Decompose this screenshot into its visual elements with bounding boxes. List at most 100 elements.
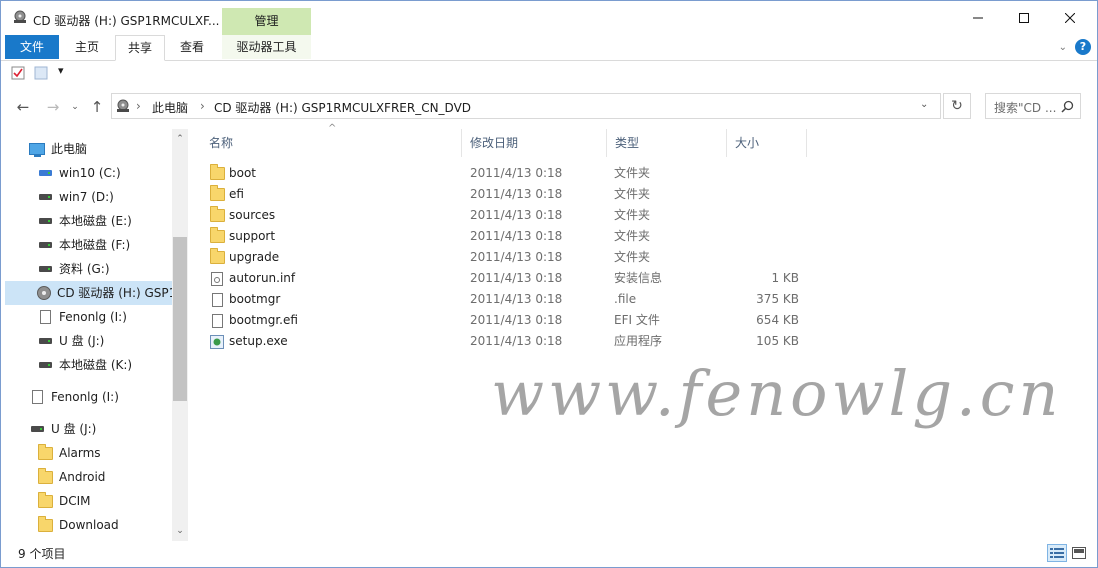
nav-scrollbar[interactable]: ⌃ ⌄ [172, 129, 188, 541]
nav-item-drive-g[interactable]: 资料 (G:) [37, 257, 110, 281]
forward-arrow-icon[interactable]: → [43, 97, 63, 117]
large-icons-view-button[interactable] [1069, 544, 1089, 562]
help-icon[interactable]: ? [1075, 39, 1091, 55]
scroll-up-icon[interactable]: ⌃ [174, 133, 186, 145]
file-row[interactable]: autorun.inf 2011/4/13 0:18 安装信息 1 KB [201, 268, 811, 289]
nav-item-usb-j[interactable]: U 盘 (J:) [29, 417, 96, 441]
details-view-icon [1050, 548, 1064, 558]
file-type: 文件夹 [614, 166, 651, 180]
quick-access-toolbar: ▾ [1, 61, 1097, 87]
window-title: CD 驱动器 (H:) GSP1RMCULXF... [33, 14, 220, 28]
drive-icon [37, 357, 53, 373]
tab-share[interactable]: 共享 [115, 35, 165, 61]
file-date: 2011/4/13 0:18 [470, 229, 563, 243]
file-name: autorun.inf [229, 271, 296, 285]
properties-icon[interactable] [11, 66, 25, 83]
tab-manage[interactable]: 管理 [222, 8, 311, 35]
recent-locations-icon[interactable]: ⌄ [65, 97, 85, 117]
file-type: 文件夹 [614, 229, 651, 243]
breadcrumb-this-pc[interactable]: 此电脑 [152, 99, 188, 116]
drive-icon [37, 333, 53, 349]
file-list: ^ 名称 修改日期 类型 大小 boot 2011/4/13 0:18 文件夹 efi… [201, 123, 1097, 541]
scrollbar-thumb[interactable] [173, 237, 187, 401]
column-header-type[interactable]: 类型 [607, 129, 727, 157]
back-arrow-icon[interactable]: ← [13, 97, 33, 117]
folder-icon [209, 248, 225, 266]
nav-item-drive-d[interactable]: win7 (D:) [37, 185, 114, 209]
nav-item-fenonlg[interactable]: Fenonlg (I:) [29, 385, 119, 409]
file-row[interactable]: bootmgr 2011/4/13 0:18 .file 375 KB [201, 289, 811, 310]
file-icon [209, 313, 225, 329]
nav-item-android[interactable]: Android [37, 465, 105, 489]
file-name-cell: efi [209, 184, 244, 205]
details-view-button[interactable] [1047, 544, 1067, 562]
folder-icon [37, 515, 53, 533]
file-row[interactable]: setup.exe 2011/4/13 0:18 应用程序 105 KB [201, 331, 811, 352]
column-header-date[interactable]: 修改日期 [462, 129, 607, 157]
up-arrow-icon[interactable]: ↑ [87, 97, 107, 117]
file-date: 2011/4/13 0:18 [470, 166, 563, 180]
nav-item-drive-e[interactable]: 本地磁盘 (E:) [37, 209, 132, 233]
file-type: .file [614, 292, 637, 306]
file-name: bootmgr.efi [229, 313, 298, 327]
ribbon-tabs: 文件 主页 共享 查看 驱动器工具 ⌄ ? [1, 35, 1097, 61]
nav-item-dcim[interactable]: DCIM [37, 489, 91, 513]
maximize-button[interactable] [1001, 1, 1047, 35]
file-date: 2011/4/13 0:18 [470, 250, 563, 264]
breadcrumb-separator-icon[interactable]: › [136, 99, 141, 113]
file-name-cell: bootmgr [209, 289, 280, 310]
minimize-icon [973, 17, 983, 19]
file-type: 应用程序 [614, 334, 663, 348]
nav-item-drive-h[interactable]: CD 驱动器 (H:) GSP1 [5, 281, 176, 305]
file-row[interactable]: boot 2011/4/13 0:18 文件夹 [201, 163, 811, 184]
nav-item-drive-i[interactable]: Fenonlg (I:) [37, 305, 127, 329]
file-row[interactable]: sources 2011/4/13 0:18 文件夹 [201, 205, 811, 226]
refresh-button[interactable]: ↻ [943, 93, 971, 119]
nav-item-this-pc[interactable]: 此电脑 [29, 137, 87, 161]
search-input[interactable]: 搜索"CD ... [985, 93, 1081, 119]
tab-file[interactable]: 文件 [5, 35, 59, 59]
breadcrumb-cd-drive[interactable]: CD 驱动器 (H:) GSP1RMCULXFRER_CN_DVD [214, 99, 471, 116]
column-header-name[interactable]: 名称 [201, 129, 462, 157]
column-header-size[interactable]: 大小 [727, 129, 807, 157]
drive-icon [37, 189, 53, 205]
nav-item-drive-j[interactable]: U 盘 (J:) [37, 329, 104, 353]
file-row[interactable]: support 2011/4/13 0:18 文件夹 [201, 226, 811, 247]
file-size: 105 KB [756, 334, 799, 348]
explorer-window: CD 驱动器 (H:) GSP1RMCULXF... 管理 文件 主页 共享 查… [0, 0, 1098, 568]
file-row[interactable]: efi 2011/4/13 0:18 文件夹 [201, 184, 811, 205]
new-folder-icon[interactable] [34, 66, 48, 83]
scroll-down-icon[interactable]: ⌄ [174, 525, 186, 537]
pc-icon [29, 141, 45, 157]
nav-item-drive-c[interactable]: win10 (C:) [37, 161, 121, 185]
nav-item-drive-f[interactable]: 本地磁盘 (F:) [37, 233, 130, 257]
search-placeholder: 搜索"CD ... [994, 101, 1057, 115]
file-type: 文件夹 [614, 187, 651, 201]
nav-item-alarms[interactable]: Alarms [37, 441, 101, 465]
close-button[interactable] [1047, 1, 1093, 35]
address-dropdown-icon[interactable]: ⌄ [920, 99, 928, 110]
file-row[interactable]: upgrade 2011/4/13 0:18 文件夹 [201, 247, 811, 268]
customize-toolbar-icon[interactable]: ▾ [58, 64, 64, 77]
document-icon [37, 309, 53, 325]
large-icons-view-icon [1072, 547, 1086, 559]
item-count: 9 个项目 [18, 547, 66, 561]
minimize-button[interactable] [955, 1, 1001, 35]
file-name-cell: setup.exe [209, 331, 288, 352]
breadcrumb-separator-icon[interactable]: › [200, 99, 205, 113]
tab-drive-tools[interactable]: 驱动器工具 [222, 35, 311, 59]
maximize-icon [1019, 13, 1029, 23]
file-icon [209, 292, 225, 308]
nav-item-drive-k[interactable]: 本地磁盘 (K:) [37, 353, 132, 377]
expand-ribbon-icon[interactable]: ⌄ [1059, 42, 1067, 53]
address-bar[interactable]: › 此电脑 › CD 驱动器 (H:) GSP1RMCULXFRER_CN_DV… [111, 93, 941, 119]
close-icon [1065, 13, 1075, 23]
file-name: bootmgr [229, 292, 281, 306]
file-name: boot [229, 166, 257, 180]
tab-home[interactable]: 主页 [63, 35, 111, 59]
tab-view[interactable]: 查看 [167, 35, 217, 59]
folder-icon [209, 164, 225, 182]
file-row[interactable]: bootmgr.efi 2011/4/13 0:18 EFI 文件 654 KB [201, 310, 811, 331]
nav-item-download[interactable]: Download [37, 513, 119, 537]
navigation-pane: 此电脑 win10 (C:) win7 (D:) 本地磁盘 (E:) 本地磁盘 … [1, 129, 187, 541]
